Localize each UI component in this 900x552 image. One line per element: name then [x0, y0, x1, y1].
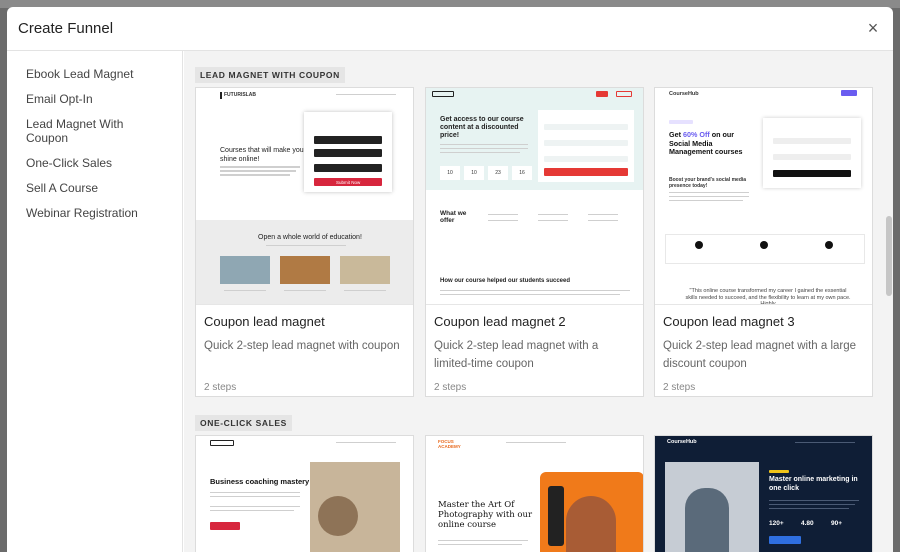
- card-title: Coupon lead magnet: [204, 314, 325, 329]
- template-card-coupon-lead-magnet[interactable]: FUTURISLAB Courses that will make you sh…: [195, 87, 414, 397]
- preview-section-heading: What we offer: [440, 210, 467, 224]
- card-steps: 2 steps: [663, 382, 696, 393]
- preview-stat: 90+: [831, 520, 843, 527]
- card-description: Quick 2-step lead magnet with a limited-…: [434, 340, 599, 370]
- modal-title: Create Funnel: [18, 20, 114, 37]
- preview-stat: 120+: [769, 520, 784, 527]
- preview-headline: Courses that will make you shine online!: [220, 147, 304, 163]
- preview-headline: Master online marketing in one click: [769, 476, 858, 492]
- card-title: Coupon lead magnet 3: [663, 314, 795, 329]
- preview-stat: 4.80: [801, 520, 814, 527]
- card-description: Quick 2-step lead magnet with a large di…: [663, 340, 857, 370]
- template-preview: Get access to our course content at a di…: [426, 88, 643, 305]
- card-title: Coupon lead magnet 2: [434, 314, 566, 329]
- preview-section-heading-2: How our course helped our students succe…: [440, 278, 571, 284]
- template-preview: Business coaching mastery: [196, 436, 413, 552]
- preview-headline: Master the Art Of Photography with our o…: [438, 500, 533, 530]
- preview-submit: Submit Now: [336, 180, 361, 185]
- template-card-coupon-lead-magnet-2[interactable]: Get access to our course content at a di…: [425, 87, 644, 397]
- section-label: LEAD MAGNET WITH COUPON: [195, 67, 345, 83]
- sidebar-item-email-opt-in[interactable]: Email Opt-In: [7, 92, 182, 106]
- card-description: Quick 2-step lead magnet with coupon: [204, 340, 400, 352]
- template-preview: FUTURISLAB Courses that will make you sh…: [196, 88, 413, 305]
- card-body: Coupon lead magnet 3 Quick 2-step lead m…: [655, 305, 872, 396]
- preview-logo: CourseHub: [669, 91, 699, 97]
- scrollbar-thumb[interactable]: [886, 216, 892, 296]
- preview-form: Submit Now: [304, 112, 392, 192]
- preview-headline: Get 60% Off on our Social Media Manageme…: [669, 130, 743, 156]
- card-body: Coupon lead magnet 2 Quick 2-step lead m…: [426, 305, 643, 396]
- category-sidebar: Ebook Lead Magnet Email Opt-In Lead Magn…: [7, 51, 183, 552]
- preview-subhead: Open a whole world of education!: [258, 234, 362, 241]
- template-card-coupon-lead-magnet-3[interactable]: CourseHub Get 60% Off on our Social Medi…: [654, 87, 873, 397]
- card-body: Coupon lead magnet Quick 2-step lead mag…: [196, 305, 413, 396]
- sidebar-item-webinar-registration[interactable]: Webinar Registration: [7, 206, 182, 220]
- sidebar-item-ebook-lead-magnet[interactable]: Ebook Lead Magnet: [7, 67, 182, 81]
- countdown-value: 10: [464, 166, 484, 180]
- sidebar-item-one-click-sales[interactable]: One-Click Sales: [7, 156, 182, 170]
- template-card-one-click-sales-1[interactable]: Business coaching mastery: [195, 435, 414, 552]
- template-card-one-click-sales-2[interactable]: FOCUS ACADEMY Master the Art Of Photogra…: [425, 435, 644, 552]
- card-steps: 2 steps: [204, 382, 237, 393]
- card-steps: 2 steps: [434, 382, 467, 393]
- template-gallery: LEAD MAGNET WITH COUPON FUTURISLAB Cours…: [184, 51, 893, 552]
- preview-countdown: 10 10 23 16: [440, 166, 532, 180]
- countdown-value: 10: [440, 166, 460, 180]
- template-preview: FOCUS ACADEMY Master the Art Of Photogra…: [426, 436, 643, 552]
- template-preview: CourseHub Master online marketing in one…: [655, 436, 872, 552]
- preview-logo: CourseHub: [667, 439, 697, 445]
- close-icon[interactable]: ×: [863, 18, 883, 39]
- template-preview: CourseHub Get 60% Off on our Social Medi…: [655, 88, 872, 305]
- modal-header: Create Funnel ×: [7, 7, 893, 51]
- template-card-one-click-sales-3[interactable]: CourseHub Master online marketing in one…: [654, 435, 873, 552]
- section-label: ONE-CLICK SALES: [195, 415, 292, 431]
- preview-logo: FOCUS ACADEMY: [438, 439, 461, 449]
- create-funnel-modal: Create Funnel × Ebook Lead Magnet Email …: [7, 7, 893, 552]
- preview-logo: FUTURISLAB: [220, 92, 256, 99]
- preview-headline: Business coaching mastery: [210, 477, 310, 486]
- preview-quote: "This online course transformed my caree…: [685, 288, 851, 305]
- sidebar-item-sell-a-course[interactable]: Sell A Course: [7, 181, 182, 195]
- preview-headline: Get access to our course content at a di…: [440, 116, 524, 139]
- countdown-value: 23: [488, 166, 508, 180]
- countdown-value: 16: [512, 166, 532, 180]
- sidebar-item-lead-magnet-with-coupon[interactable]: Lead Magnet With Coupon: [7, 117, 147, 145]
- preview-tagline: Boost your brand's social media presence…: [669, 177, 747, 189]
